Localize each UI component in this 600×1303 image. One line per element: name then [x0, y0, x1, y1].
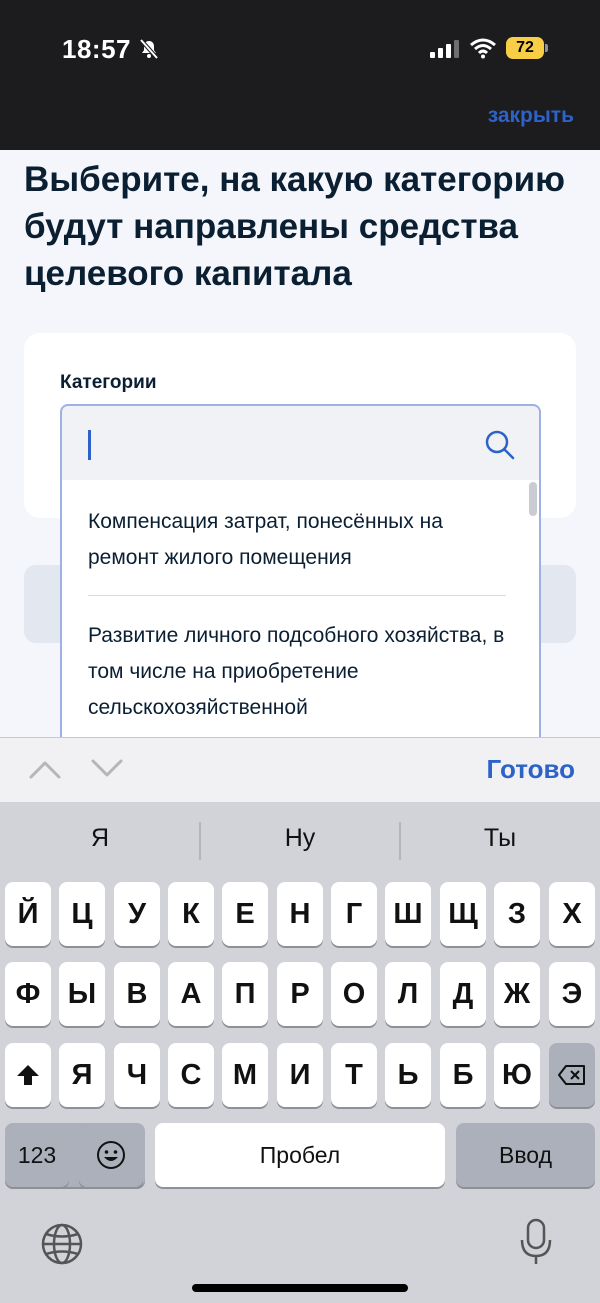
key[interactable]: Э [549, 962, 595, 1026]
signal-icon [430, 40, 459, 58]
key[interactable]: Е [222, 882, 268, 946]
chevron-down-icon[interactable] [90, 758, 124, 780]
key[interactable]: Й [5, 882, 51, 946]
category-search-input[interactable] [60, 404, 541, 482]
key[interactable]: Р [277, 962, 323, 1026]
globe-icon[interactable] [40, 1222, 84, 1266]
key[interactable]: С [168, 1043, 214, 1107]
key[interactable]: Х [549, 882, 595, 946]
category-option[interactable]: Развитие личного подсобного хозяйства, в… [88, 618, 508, 726]
category-option[interactable]: Компенсация затрат, понесённых на ремонт… [88, 504, 508, 576]
backspace-key[interactable] [549, 1043, 595, 1107]
key[interactable]: М [222, 1043, 268, 1107]
backspace-icon [558, 1065, 585, 1085]
option-divider [88, 595, 506, 596]
battery-icon: 72 [506, 37, 548, 59]
numbers-key-label[interactable]: 123 [5, 1123, 69, 1187]
battery-tip [545, 44, 548, 52]
microphone-icon[interactable] [518, 1218, 554, 1266]
dropdown-scrollbar[interactable] [529, 482, 537, 516]
key[interactable]: К [168, 882, 214, 946]
bell-muted-icon [139, 38, 159, 60]
key[interactable]: Н [277, 882, 323, 946]
key[interactable]: Ф [5, 962, 51, 1026]
suggestion-item[interactable]: Ты [400, 824, 600, 853]
key[interactable]: Ц [59, 882, 105, 946]
chevron-up-icon[interactable] [28, 758, 62, 780]
key[interactable]: Ж [494, 962, 540, 1026]
status-time: 18:57 [62, 34, 131, 64]
key[interactable]: Т [331, 1043, 377, 1107]
suggestion-item[interactable]: Ну [200, 824, 400, 853]
key[interactable]: Ч [114, 1043, 160, 1107]
key[interactable]: Л [385, 962, 431, 1026]
shift-icon [17, 1065, 39, 1085]
category-dropdown: Компенсация затрат, понесённых на ремонт… [60, 480, 541, 738]
key[interactable]: П [222, 962, 268, 1026]
close-button[interactable]: закрыть [488, 104, 574, 128]
home-indicator [192, 1284, 408, 1292]
suggestion-item[interactable]: Я [0, 824, 200, 853]
key[interactable]: Б [440, 1043, 486, 1107]
key[interactable]: У [114, 882, 160, 946]
shift-key[interactable] [5, 1043, 51, 1107]
space-key[interactable]: Пробел [155, 1123, 445, 1187]
return-key[interactable]: Ввод [456, 1123, 595, 1187]
category-field-label: Категории [60, 372, 157, 393]
wifi-icon [470, 38, 496, 59]
key[interactable]: Ю [494, 1043, 540, 1107]
key[interactable]: Щ [440, 882, 486, 946]
emoji-key[interactable] [79, 1123, 143, 1187]
page-title: Выберите, на какую категорию будут напра… [24, 160, 565, 293]
keyboard-accessory-bar: Готово [0, 737, 600, 802]
key[interactable]: Ш [385, 882, 431, 946]
key[interactable]: А [168, 962, 214, 1026]
key[interactable]: Д [440, 962, 486, 1026]
search-icon[interactable] [483, 428, 517, 462]
key[interactable]: Я [59, 1043, 105, 1107]
keyboard: Я Ну Ты Й Ц У К Е Н Г Ш Щ З Х Ф Ы В А П … [0, 802, 600, 1303]
key[interactable]: И [277, 1043, 323, 1107]
battery-level: 72 [506, 37, 544, 59]
text-caret [88, 430, 91, 460]
done-button[interactable]: Готово [487, 754, 575, 785]
key[interactable]: Ы [59, 962, 105, 1026]
key[interactable]: Г [331, 882, 377, 946]
key[interactable]: Ь [385, 1043, 431, 1107]
status-bar: 18:57 72 закрыть [0, 0, 600, 150]
emoji-icon [97, 1141, 125, 1169]
key[interactable]: В [114, 962, 160, 1026]
key[interactable]: З [494, 882, 540, 946]
key[interactable]: О [331, 962, 377, 1026]
